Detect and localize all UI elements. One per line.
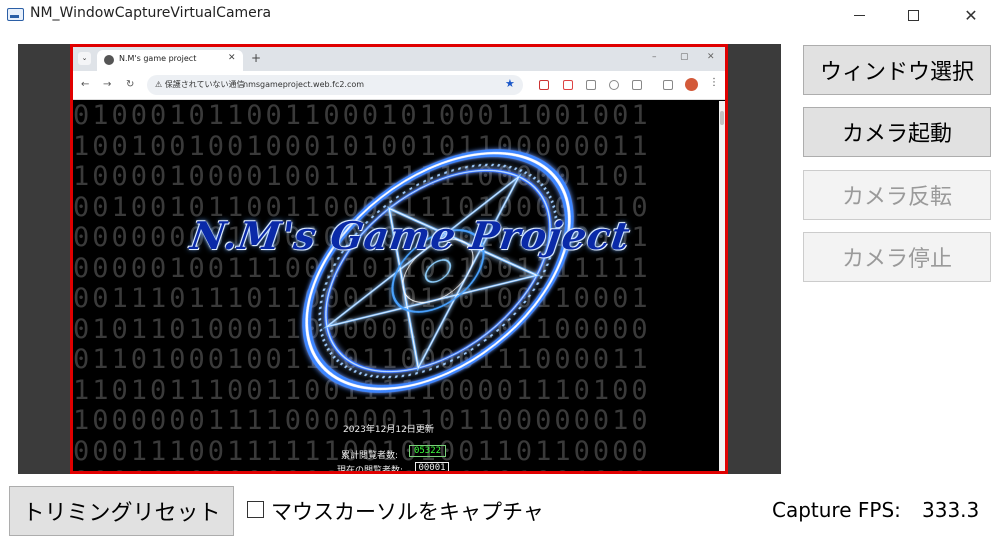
- capture-region[interactable]: ⌄ N.M's game project ✕ + – ▢ ✕ ← → ↻ ⚠ 保…: [70, 44, 728, 474]
- globe-icon: [104, 55, 114, 65]
- app-icon: [7, 8, 24, 21]
- current-visitors-label: 現在の閲覧者数:: [337, 466, 404, 471]
- security-warning: ⚠ 保護されていない通信: [155, 80, 245, 89]
- reload-icon: ↻: [126, 79, 135, 90]
- browser-scroll-thumb: [720, 111, 724, 125]
- minimize-button[interactable]: [836, 0, 882, 30]
- browser-url: nmsgameproject.web.fc2.com: [243, 80, 365, 89]
- fps-label: Capture FPS:: [772, 498, 901, 522]
- magic-circle-image: [302, 149, 574, 393]
- tab-close-icon: ✕: [228, 53, 236, 63]
- flip-camera-button: カメラ反転: [803, 170, 991, 220]
- app-window: NM_WindowCaptureVirtualCamera ✕ ⌄ N.M's …: [0, 0, 996, 540]
- profile-avatar: [685, 78, 698, 91]
- capture-cursor-checkbox[interactable]: [247, 501, 264, 518]
- browser-minimize-icon: –: [652, 52, 657, 62]
- extension-icon: [609, 80, 619, 90]
- browser-toolbar: ← → ↻ ⚠ 保護されていない通信 nmsgameproject.web.fc…: [73, 71, 725, 100]
- bookmark-star-icon: ★: [505, 77, 515, 90]
- new-tab-icon: +: [251, 51, 262, 65]
- start-camera-button[interactable]: カメラ起動: [803, 107, 991, 157]
- browser-scrollbar: [719, 101, 725, 471]
- extension-icon: [539, 80, 549, 90]
- puzzle-icon: [632, 80, 642, 90]
- browser-tab: N.M's game project ✕: [97, 50, 243, 71]
- reading-list-icon: [663, 80, 673, 90]
- browser-tab-bar: ⌄ N.M's game project ✕ + – ▢ ✕: [73, 47, 725, 71]
- window-title: NM_WindowCaptureVirtualCamera: [30, 5, 272, 21]
- total-visitors-counter: 05322: [409, 445, 446, 457]
- reset-trimming-button[interactable]: トリミングリセット: [9, 486, 234, 536]
- close-button[interactable]: ✕: [948, 0, 994, 30]
- close-icon: ✕: [964, 5, 978, 25]
- tab-list-icon: ⌄: [78, 52, 91, 65]
- captured-page: 010001011001100010100011001001 100100100…: [73, 101, 719, 471]
- maximize-button[interactable]: [890, 0, 936, 30]
- title-bar: NM_WindowCaptureVirtualCamera ✕: [0, 0, 996, 30]
- browser-close-icon: ✕: [707, 52, 715, 62]
- extension-icon: [563, 80, 573, 90]
- browser-tab-title: N.M's game project: [119, 54, 197, 63]
- maximize-icon: [907, 9, 919, 21]
- select-window-button[interactable]: ウィンドウ選択: [803, 45, 991, 95]
- minimize-icon: [853, 14, 865, 16]
- browser-address-bar: ⚠ 保護されていない通信 nmsgameproject.web.fc2.com …: [147, 75, 523, 95]
- extension-icon: [586, 80, 596, 90]
- back-icon: ←: [81, 79, 90, 90]
- browser-maximize-icon: ▢: [680, 52, 689, 62]
- fps-value: 333.3: [922, 498, 980, 522]
- stop-camera-button: カメラ停止: [803, 232, 991, 282]
- total-visitors-label: 累計閲覧者数:: [341, 451, 399, 461]
- more-menu-icon: ⋮: [709, 77, 719, 88]
- capture-preview[interactable]: ⌄ N.M's game project ✕ + – ▢ ✕ ← → ↻ ⚠ 保…: [18, 44, 781, 474]
- site-logo-text: N.M's Game Project: [187, 213, 634, 258]
- current-visitors-counter: 00001: [415, 462, 449, 471]
- forward-icon: →: [103, 79, 112, 90]
- updated-date: 2023年12月12日更新: [343, 425, 434, 435]
- capture-cursor-label[interactable]: マウスカーソルをキャプチャ: [271, 496, 544, 526]
